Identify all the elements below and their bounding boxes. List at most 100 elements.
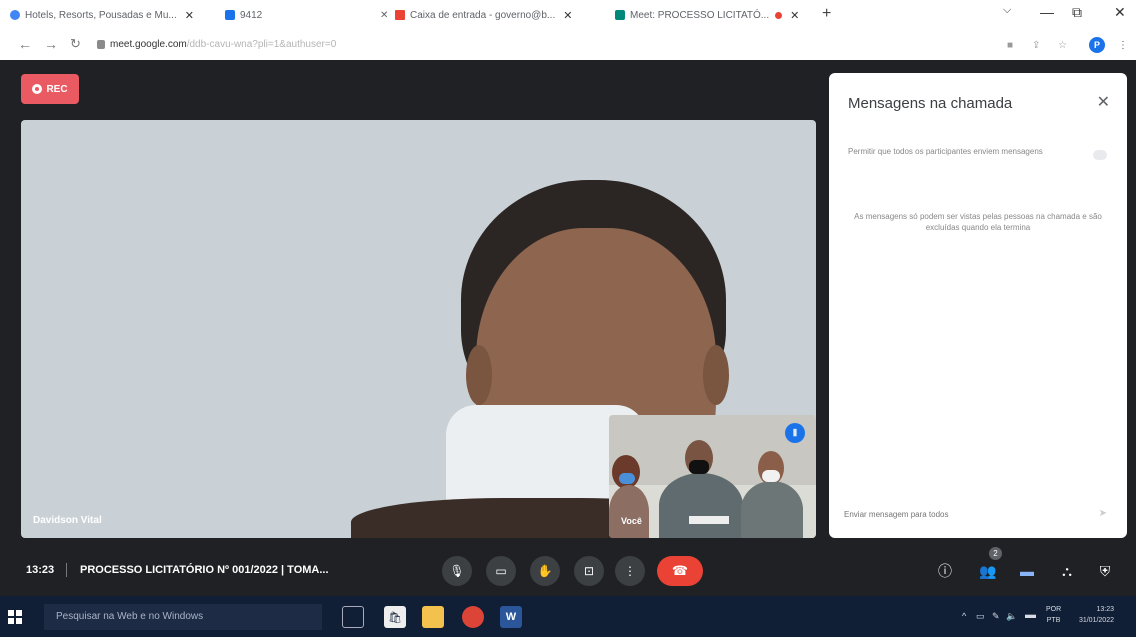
lock-icon bbox=[97, 40, 105, 49]
raise-hand-icon: ✋ bbox=[537, 564, 553, 578]
chat-title: Mensagens na chamada bbox=[848, 95, 1013, 112]
word-icon[interactable]: W bbox=[500, 606, 522, 628]
windows-taskbar: Pesquisar na Web e no Windows 🛍 W ^ ▭ ✎ … bbox=[0, 596, 1136, 637]
person-body bbox=[609, 485, 649, 538]
meet-area: REC Davidson Vital ⦀ Você Mensagens na c… bbox=[0, 60, 1136, 596]
recording-dot-icon bbox=[775, 11, 783, 19]
taskbar-search-box[interactable]: Pesquisar na Web e no Windows bbox=[44, 604, 322, 630]
self-view-tile[interactable]: ⦀ Você bbox=[609, 415, 816, 538]
meet-icon bbox=[615, 10, 625, 20]
volume-icon[interactable]: 🔈 bbox=[1006, 611, 1017, 622]
mic-button[interactable]: 🎙 bbox=[442, 556, 472, 586]
close-icon[interactable]: ✕ bbox=[1097, 92, 1110, 112]
activities-icon[interactable]: ⛬ bbox=[1056, 560, 1078, 582]
participant-name: Davidson Vital bbox=[33, 515, 102, 526]
camera-button[interactable]: ▭ bbox=[486, 556, 516, 586]
participant-ear bbox=[466, 345, 492, 405]
share-icon[interactable]: ⇪ bbox=[1032, 40, 1040, 51]
pen-icon[interactable]: ✎ bbox=[992, 611, 1000, 622]
tab-search-icon[interactable]: ⌵ bbox=[1003, 4, 1011, 17]
language-code: POR bbox=[1046, 606, 1062, 613]
keyboard-code: PTB bbox=[1046, 617, 1061, 624]
window-close-button[interactable]: ✕ bbox=[1114, 4, 1126, 21]
chat-info-note: As mensagens só podem ser vistas pelas p… bbox=[854, 212, 1102, 232]
mic-icon: 🎙 bbox=[449, 564, 465, 578]
chat-message-input[interactable] bbox=[844, 503, 1096, 525]
tab-meet[interactable]: Meet: PROCESSO LICITATÓ... ✕ bbox=[615, 4, 810, 26]
tab-9412[interactable]: 9412 bbox=[225, 4, 375, 26]
speaking-indicator-icon: ⦀ bbox=[785, 423, 805, 443]
address-bar: ← → ↻ meet.google.com/ddb-cavu-wna?pli=1… bbox=[0, 30, 1136, 60]
notification-icon[interactable]: ▬ bbox=[1025, 609, 1036, 621]
chrome-icon[interactable] bbox=[462, 606, 484, 628]
chat-icon[interactable]: ▬ bbox=[1016, 560, 1038, 582]
camera-icon: ▭ bbox=[495, 564, 507, 578]
participant-count-badge: 2 bbox=[989, 547, 1002, 560]
send-icon[interactable]: ➤ bbox=[1099, 508, 1107, 519]
browser-tab-bar: Hotels, Resorts, Pousadas e Mu... ✕ 9412… bbox=[0, 0, 1136, 30]
profile-avatar[interactable]: P bbox=[1089, 37, 1105, 53]
allow-messages-label: Permitir que todos os participantes envi… bbox=[848, 147, 1043, 156]
store-icon[interactable]: 🛍 bbox=[384, 606, 406, 628]
tray-expand-icon[interactable]: ^ bbox=[962, 611, 966, 621]
reload-icon[interactable]: ↻ bbox=[70, 36, 81, 52]
forward-arrow-icon[interactable]: → bbox=[44, 36, 58, 52]
task-view-icon[interactable] bbox=[342, 606, 364, 628]
divider bbox=[66, 563, 67, 577]
chat-panel: Mensagens na chamada ✕ Permitir que todo… bbox=[829, 73, 1127, 538]
menu-dots-icon[interactable]: ⋮ bbox=[1118, 40, 1128, 51]
host-controls-icon[interactable]: ⛨ bbox=[1094, 560, 1116, 582]
face-mask bbox=[619, 473, 635, 484]
windows-start-icon[interactable] bbox=[8, 610, 22, 624]
participant-ear bbox=[703, 345, 729, 405]
more-options-icon: ⋮ bbox=[624, 564, 636, 578]
people-icon[interactable]: 👥 bbox=[977, 560, 999, 582]
more-options-button[interactable]: ⋮ bbox=[615, 556, 645, 586]
taskbar-clock[interactable]: 13:23 31/01/2022 bbox=[1074, 604, 1114, 626]
clock-time: 13:23 bbox=[1096, 606, 1114, 613]
minimize-button[interactable]: — bbox=[1040, 4, 1054, 20]
url-domain: meet.google.com bbox=[110, 39, 187, 50]
app-icon bbox=[225, 10, 235, 20]
new-tab-button[interactable]: + bbox=[822, 5, 831, 23]
tab-title: Meet: PROCESSO LICITATÓ... bbox=[630, 9, 770, 21]
url-field[interactable]: meet.google.com/ddb-cavu-wna?pli=1&authu… bbox=[110, 39, 336, 50]
network-icon[interactable]: ▭ bbox=[976, 611, 985, 622]
meet-control-bar: 13:23 PROCESSO LICITATÓRIO Nº 001/2022 |… bbox=[0, 542, 1136, 596]
end-call-button[interactable]: ☎ bbox=[657, 556, 703, 586]
face-mask bbox=[762, 470, 780, 482]
tab-title: Hotels, Resorts, Pousadas e Mu... bbox=[25, 9, 177, 21]
tab-close-icon[interactable]: ✕ bbox=[790, 9, 799, 22]
allow-messages-toggle[interactable] bbox=[1093, 150, 1107, 160]
maximize-button[interactable]: ⧉ bbox=[1072, 4, 1082, 21]
tab-close-icon[interactable]: ✕ bbox=[563, 9, 572, 22]
bookmark-star-icon[interactable]: ☆ bbox=[1058, 40, 1067, 51]
present-icon: ⊡ bbox=[583, 564, 595, 578]
file-explorer-icon[interactable] bbox=[422, 606, 444, 628]
clock-date: 31/01/2022 bbox=[1078, 617, 1114, 624]
raise-hand-button[interactable]: ✋ bbox=[530, 556, 560, 586]
tab-gmail[interactable]: Caixa de entrada - governo@b... ✕ bbox=[395, 4, 610, 26]
info-icon[interactable]: ⓘ bbox=[934, 560, 956, 582]
tab-title: Caixa de entrada - governo@b... bbox=[410, 9, 556, 21]
globe-icon bbox=[10, 10, 20, 20]
present-button[interactable]: ⊡ bbox=[574, 556, 604, 586]
tab-hotels[interactable]: Hotels, Resorts, Pousadas e Mu... ✕ bbox=[10, 4, 225, 26]
tab-title: 9412 bbox=[240, 9, 263, 21]
tab-close-icon[interactable]: ✕ bbox=[380, 4, 394, 26]
record-icon bbox=[32, 84, 43, 94]
meeting-title: PROCESSO LICITATÓRIO Nº 001/2022 | TOMA.… bbox=[80, 564, 329, 576]
gmail-icon bbox=[395, 10, 405, 20]
recording-badge: REC bbox=[21, 74, 79, 104]
language-indicator[interactable]: POR PTB bbox=[1046, 604, 1061, 626]
rec-label: REC bbox=[46, 83, 68, 95]
self-name-label: Você bbox=[621, 516, 642, 526]
person-body bbox=[659, 473, 743, 538]
end-call-icon: ☎ bbox=[671, 563, 689, 578]
back-arrow-icon[interactable]: ← bbox=[18, 36, 32, 52]
face-mask bbox=[689, 460, 709, 474]
tab-close-icon[interactable]: ✕ bbox=[185, 9, 194, 22]
camera-indicator-icon[interactable]: ■ bbox=[1007, 40, 1013, 51]
person-body bbox=[741, 481, 803, 538]
url-path: /ddb-cavu-wna?pli=1&authuser=0 bbox=[186, 39, 337, 50]
